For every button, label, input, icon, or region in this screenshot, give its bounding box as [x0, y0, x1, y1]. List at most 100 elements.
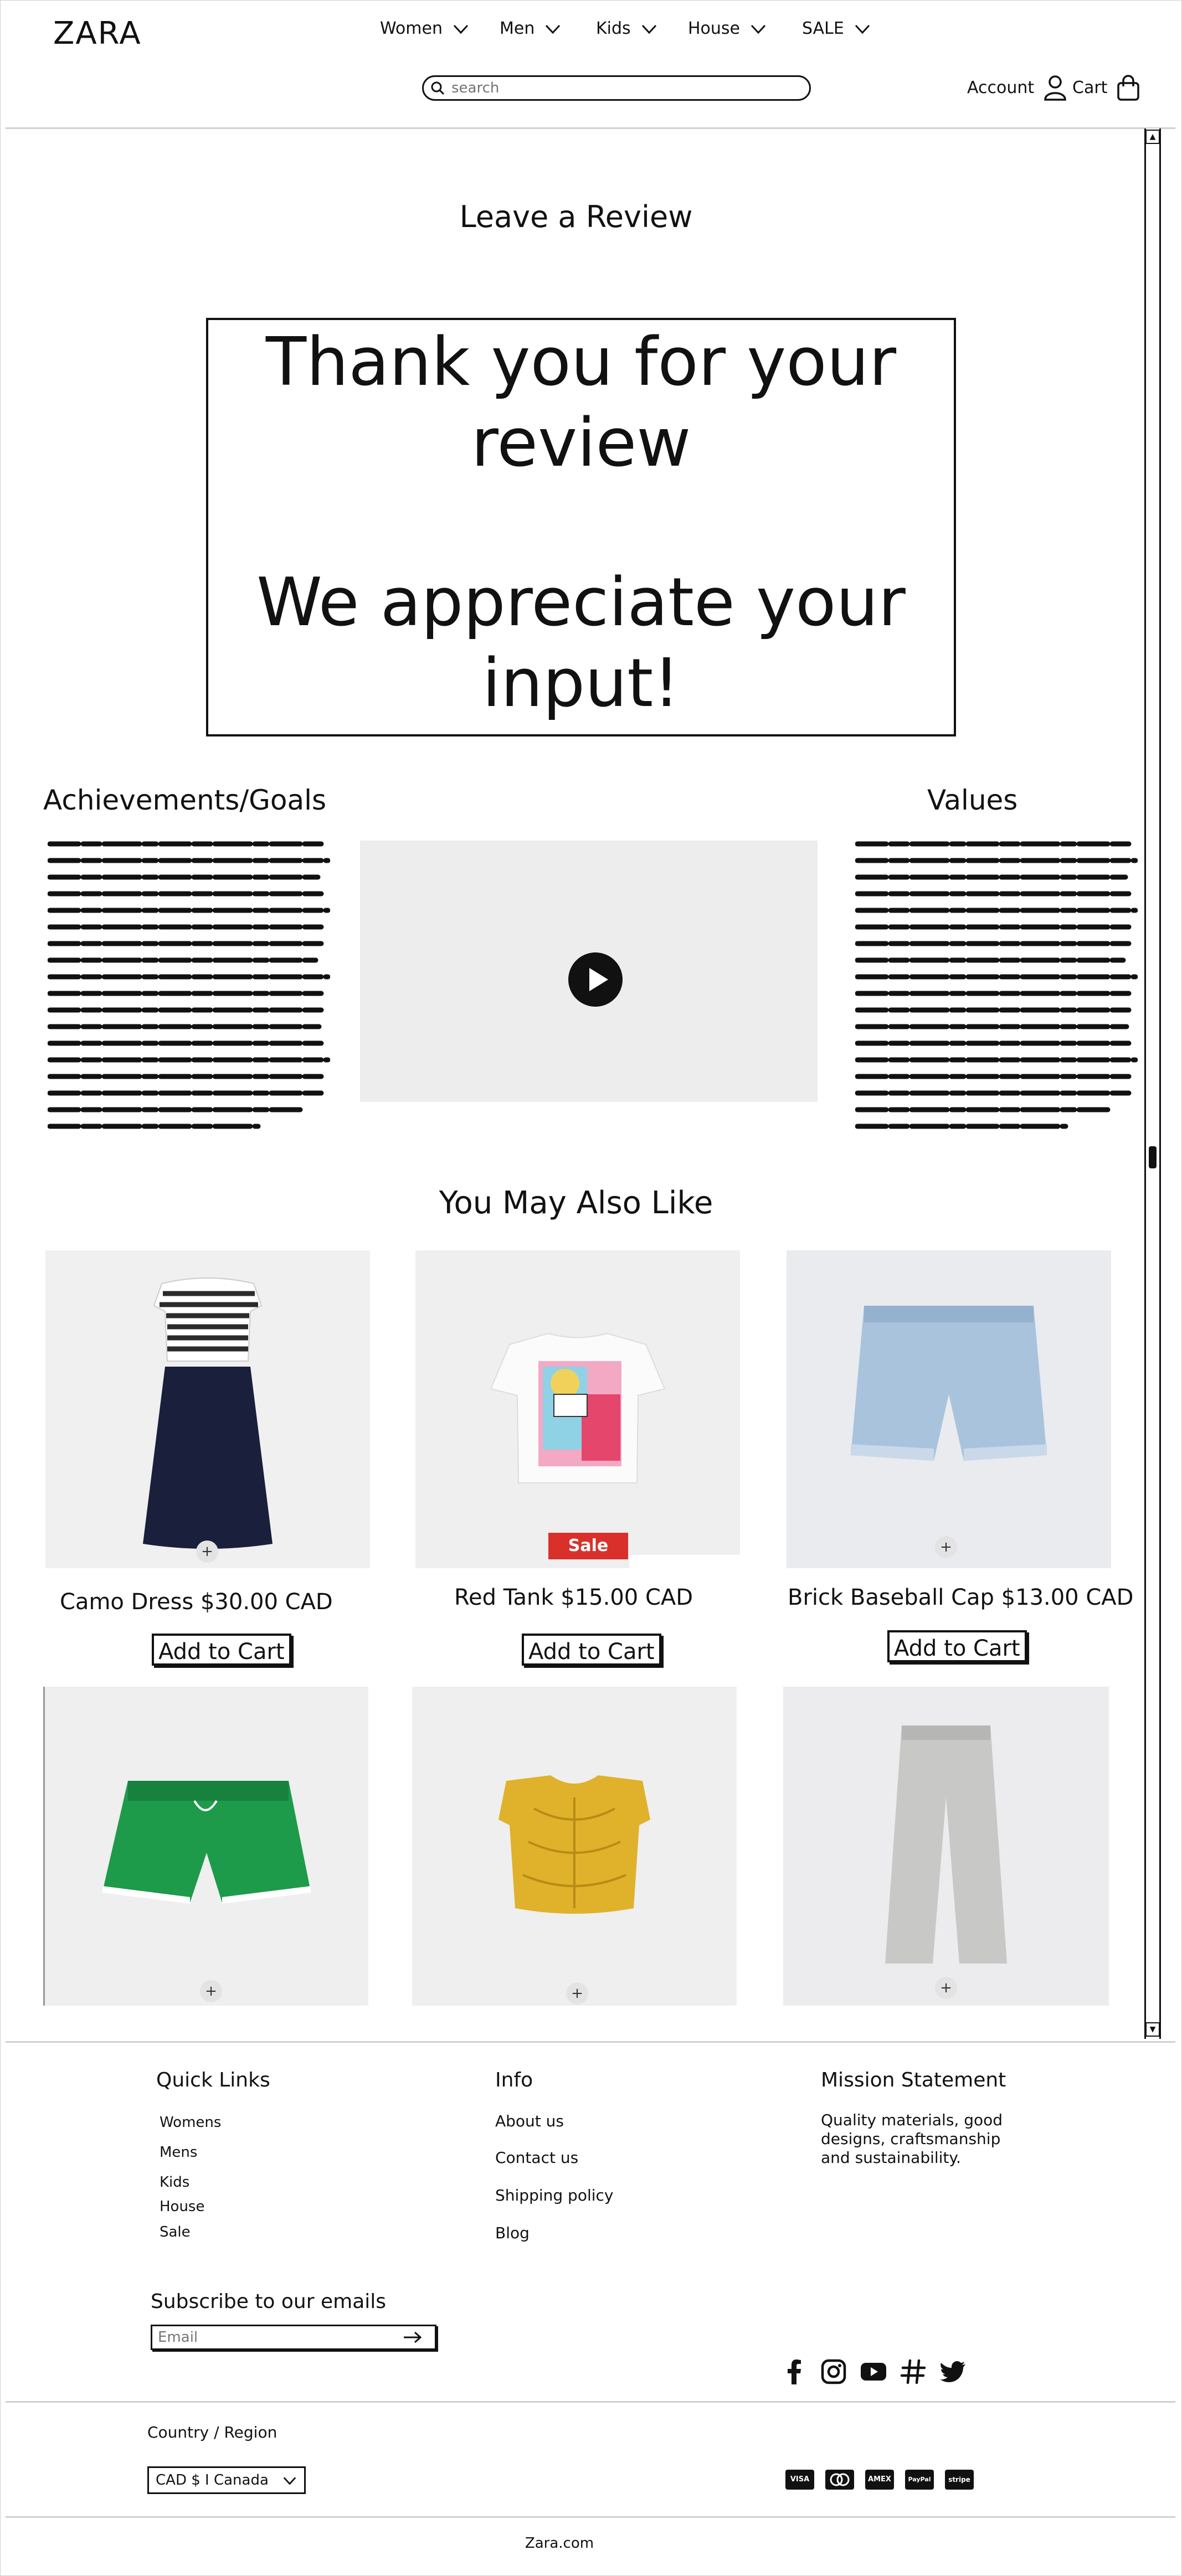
account-link[interactable]: Account [967, 74, 1067, 101]
nav-house[interactable]: House [688, 19, 767, 38]
quick-links-heading: Quick Links [156, 2069, 270, 2091]
product-image-tank[interactable] [415, 1250, 740, 1568]
add-icon[interactable]: + [566, 1982, 588, 2005]
nav-house-label: House [688, 19, 741, 38]
search-input[interactable] [450, 79, 785, 97]
product-price-2[interactable]: Red Tank $15.00 CAD [454, 1585, 693, 1610]
info-heading: Info [495, 2069, 533, 2091]
paypal-icon: PayPal [905, 2470, 934, 2490]
graphic-tee-image [415, 1250, 740, 1568]
country-region-label: Country / Region [147, 2423, 277, 2441]
product-image-grey-jeans[interactable]: + [783, 1687, 1109, 2006]
appreciate-line-2: input! [482, 645, 680, 722]
visa-icon: VISA [785, 2470, 814, 2490]
product-image-yellow-top[interactable]: + [412, 1687, 737, 2006]
facebook-icon[interactable] [781, 2358, 809, 2386]
scrollbar[interactable] [1144, 128, 1161, 2039]
achievements-placeholder-text [48, 841, 330, 1129]
recommendations-heading: You May Also Like [439, 1185, 713, 1221]
mastercard-symbol [830, 2473, 850, 2486]
nav-women-label: Women [380, 19, 443, 38]
mastercard-icon [825, 2470, 854, 2490]
footer-link-about[interactable]: About us [495, 2112, 564, 2130]
header-divider [6, 127, 1175, 129]
dress-image [45, 1250, 370, 1568]
nav-kids-label: Kids [596, 19, 631, 38]
chevron-down-icon [641, 24, 656, 34]
add-icon[interactable]: + [935, 1536, 957, 1558]
chevron-down-icon [855, 24, 870, 34]
product-price-1[interactable]: Camo Dress $30.00 CAD [60, 1589, 333, 1615]
footer-link-house[interactable]: House [160, 2198, 204, 2215]
chevron-down-icon [453, 24, 469, 34]
green-shorts-image [45, 1687, 368, 2006]
account-label: Account [967, 78, 1035, 97]
card-overlay [629, 1555, 740, 1568]
search-icon [431, 81, 445, 95]
appreciate-line-1: We appreciate your [256, 564, 906, 641]
footer-link-mens[interactable]: Mens [160, 2144, 197, 2161]
nav-sale[interactable]: SALE [802, 19, 871, 38]
product-image-cap[interactable]: + [787, 1250, 1111, 1568]
email-input[interactable] [157, 2328, 403, 2346]
thanks-line-1: Thank you for your [265, 324, 897, 401]
stripe-icon: stripe [945, 2470, 974, 2490]
footer-link-womens[interactable]: Womens [160, 2114, 221, 2131]
footer-link-sale[interactable]: Sale [160, 2224, 191, 2240]
cart-label: Cart [1072, 78, 1108, 97]
yellow-top-image [412, 1687, 737, 2006]
nav-men[interactable]: Men [500, 19, 561, 38]
youtube-icon[interactable] [860, 2358, 887, 2386]
hashtag-icon[interactable] [900, 2358, 927, 2386]
region-select[interactable]: CAD $ I Canada [147, 2466, 306, 2494]
play-icon [589, 968, 608, 991]
review-heading: Leave a Review [459, 199, 693, 234]
search-bar[interactable] [422, 75, 811, 101]
nav-kids[interactable]: Kids [596, 19, 657, 38]
cart-link[interactable]: Cart [1072, 74, 1140, 101]
add-icon[interactable]: + [935, 1977, 957, 1999]
sale-badge: Sale [548, 1533, 628, 1559]
footer-divider [6, 2041, 1175, 2043]
add-icon[interactable]: + [196, 1541, 218, 1563]
review-thank-you-box: Thank you for your review We appreciate … [206, 318, 956, 736]
play-button[interactable] [568, 952, 623, 1007]
shopping-bag-icon [1117, 75, 1140, 101]
subscribe-heading: Subscribe to our emails [151, 2290, 387, 2313]
denim-shorts-image [787, 1250, 1111, 1568]
twitter-icon[interactable] [939, 2358, 967, 2386]
add-to-cart-button-3[interactable]: Add to Cart [887, 1630, 1027, 1662]
scroll-thumb[interactable] [1149, 1146, 1157, 1168]
footer-link-shipping[interactable]: Shipping policy [495, 2186, 613, 2204]
footer-link-kids[interactable]: Kids [160, 2174, 189, 2191]
scroll-down-arrow-icon[interactable]: ▼ [1145, 2022, 1160, 2037]
nav-sale-label: SALE [802, 19, 844, 38]
footer-divider-2 [6, 2401, 1175, 2403]
product-price-3[interactable]: Brick Baseball Cap $13.00 CAD [788, 1585, 1133, 1610]
footer-link-contact[interactable]: Contact us [495, 2149, 578, 2167]
chevron-down-icon [751, 24, 766, 34]
values-heading: Values [927, 784, 1018, 816]
instagram-icon[interactable] [820, 2358, 847, 2386]
add-to-cart-button-2[interactable]: Add to Cart [522, 1634, 661, 1666]
arrow-right-icon[interactable] [403, 2331, 423, 2344]
product-image-dress[interactable]: + [45, 1250, 370, 1568]
mission-heading: Mission Statement [821, 2069, 1006, 2091]
chevron-down-icon [283, 2477, 296, 2485]
values-placeholder-text [855, 841, 1138, 1129]
region-value: CAD $ I Canada [156, 2472, 269, 2489]
scroll-up-arrow-icon[interactable]: ▲ [1145, 130, 1160, 144]
zara-logo[interactable]: ZARA [53, 16, 142, 51]
copyright[interactable]: Zara.com [0, 2535, 1119, 2552]
nav-men-label: Men [500, 19, 535, 38]
achievements-heading: Achievements/Goals [43, 784, 327, 816]
thanks-line-2: review [471, 405, 691, 482]
footer-link-blog[interactable]: Blog [495, 2224, 530, 2242]
email-signup[interactable] [151, 2325, 436, 2350]
add-icon[interactable]: + [200, 1980, 222, 2002]
amex-icon: AMEX [865, 2470, 894, 2490]
grey-jeans-image [783, 1687, 1109, 2006]
product-image-green-shorts[interactable]: + [43, 1687, 368, 2006]
nav-women[interactable]: Women [380, 19, 469, 38]
add-to-cart-button-1[interactable]: Add to Cart [152, 1634, 291, 1666]
